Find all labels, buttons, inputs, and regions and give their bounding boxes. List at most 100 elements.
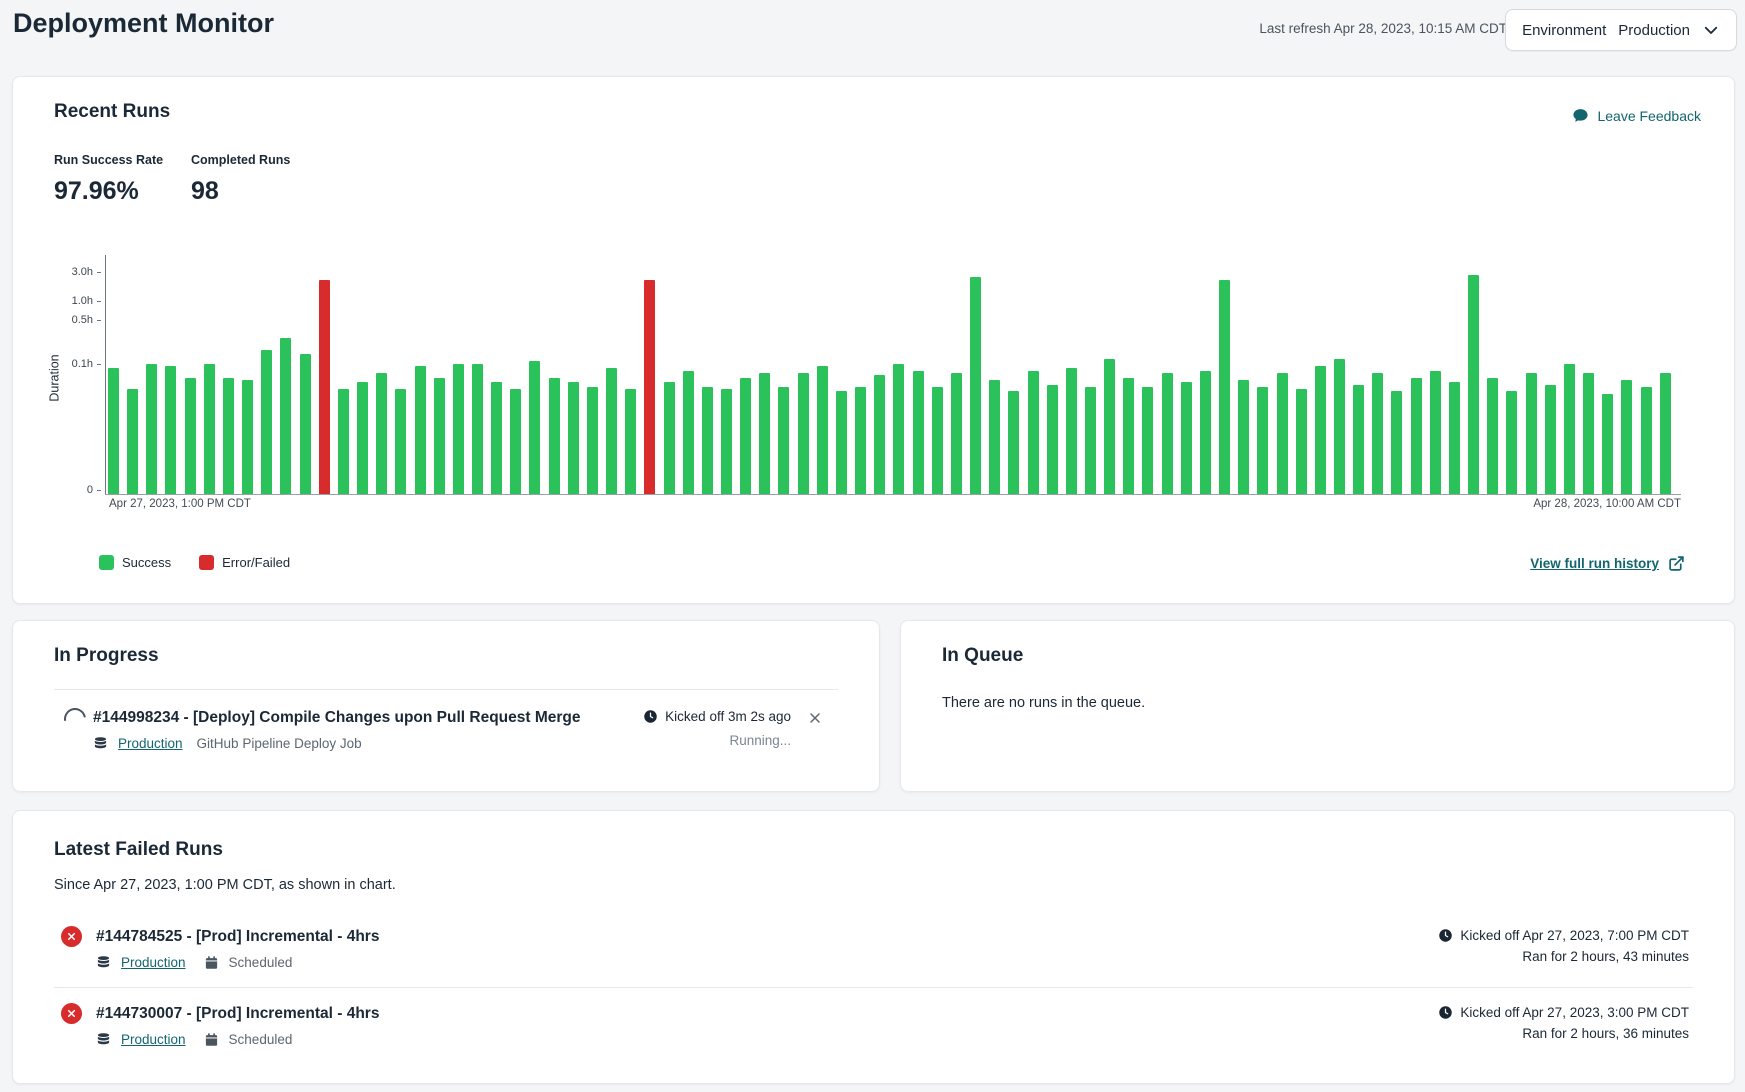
- environment-dropdown-label: Environment: [1522, 22, 1606, 39]
- run-bar-success[interactable]: [146, 364, 157, 494]
- run-bar-success[interactable]: [1641, 387, 1652, 494]
- run-bar-success[interactable]: [204, 364, 215, 494]
- run-bar-success[interactable]: [1411, 378, 1422, 495]
- run-bar-success[interactable]: [874, 375, 885, 494]
- run-bar-success[interactable]: [127, 389, 138, 494]
- run-bar-success[interactable]: [1181, 382, 1192, 494]
- environment-dropdown[interactable]: Environment Production: [1505, 9, 1737, 51]
- run-bar-success[interactable]: [1621, 380, 1632, 494]
- chevron-down-icon: [1702, 21, 1720, 39]
- run-bar-success[interactable]: [664, 382, 675, 494]
- run-bar-success[interactable]: [1391, 391, 1402, 494]
- run-bar-success[interactable]: [1047, 385, 1058, 495]
- run-bar-success[interactable]: [721, 389, 732, 494]
- run-bar-success[interactable]: [740, 378, 751, 495]
- failed-status-icon: [61, 1003, 82, 1024]
- run-bar-success[interactable]: [989, 380, 1000, 494]
- in-progress-environment-link[interactable]: Production: [118, 736, 183, 751]
- clock-icon: [1438, 928, 1453, 943]
- run-bar-success[interactable]: [415, 366, 426, 494]
- leave-feedback-link[interactable]: Leave Feedback: [1572, 107, 1701, 124]
- run-bar-success[interactable]: [338, 389, 349, 494]
- run-bar-success[interactable]: [932, 387, 943, 494]
- calendar-icon: [204, 955, 219, 970]
- spinner-icon: [60, 704, 91, 735]
- run-bar-success[interactable]: [970, 277, 981, 494]
- run-bar-success[interactable]: [1277, 373, 1288, 494]
- run-bar-success[interactable]: [1372, 373, 1383, 494]
- run-bar-success[interactable]: [625, 389, 636, 494]
- run-bar-success[interactable]: [1564, 364, 1575, 494]
- run-bar-success[interactable]: [108, 368, 119, 494]
- run-bar-success[interactable]: [453, 364, 464, 494]
- run-bar-success[interactable]: [165, 366, 176, 494]
- run-bar-success[interactable]: [261, 350, 272, 494]
- run-bar-success[interactable]: [223, 378, 234, 495]
- run-bar-success[interactable]: [913, 371, 924, 494]
- run-bar-success[interactable]: [1104, 359, 1115, 494]
- run-bar-success[interactable]: [1353, 385, 1364, 495]
- run-bar-success[interactable]: [568, 382, 579, 494]
- close-icon[interactable]: [807, 710, 823, 726]
- run-bar-success[interactable]: [798, 373, 809, 494]
- failed-run-duration: Ran for 2 hours, 43 minutes: [1522, 949, 1689, 964]
- run-bar-success[interactable]: [1583, 373, 1594, 494]
- run-bar-success[interactable]: [549, 378, 560, 495]
- run-bar-success[interactable]: [491, 382, 502, 494]
- view-full-run-history-link[interactable]: View full run history: [1530, 555, 1685, 572]
- run-bar-success[interactable]: [1200, 371, 1211, 494]
- run-bar-success[interactable]: [1430, 371, 1441, 494]
- run-bar-success[interactable]: [357, 382, 368, 494]
- latest-failed-runs-card: Latest Failed Runs Since Apr 27, 2023, 1…: [12, 810, 1735, 1084]
- run-bar-success[interactable]: [606, 368, 617, 494]
- run-bar-success[interactable]: [472, 364, 483, 494]
- run-bar-success[interactable]: [1008, 391, 1019, 494]
- run-bar-success[interactable]: [817, 366, 828, 494]
- run-bar-success[interactable]: [1219, 280, 1230, 494]
- run-bar-success[interactable]: [529, 361, 540, 494]
- run-bar-success[interactable]: [280, 338, 291, 494]
- run-bar-success[interactable]: [1545, 385, 1556, 495]
- legend-item-success[interactable]: Success: [99, 555, 171, 570]
- run-bar-success[interactable]: [951, 373, 962, 494]
- run-bar-success[interactable]: [1257, 387, 1268, 494]
- run-bar-success[interactable]: [683, 371, 694, 494]
- run-bar-success[interactable]: [1449, 382, 1460, 494]
- run-bar-success[interactable]: [1526, 373, 1537, 494]
- run-bar-success[interactable]: [242, 380, 253, 494]
- run-bar-success[interactable]: [510, 389, 521, 494]
- run-bar-success[interactable]: [702, 387, 713, 494]
- run-bar-success[interactable]: [1238, 380, 1249, 494]
- run-bar-success[interactable]: [1487, 378, 1498, 495]
- run-bar-success[interactable]: [1296, 389, 1307, 494]
- run-bar-failed[interactable]: [319, 280, 330, 494]
- run-bar-success[interactable]: [1334, 359, 1345, 494]
- run-bar-success[interactable]: [1602, 394, 1613, 494]
- run-bar-success[interactable]: [376, 373, 387, 494]
- run-bar-success[interactable]: [395, 389, 406, 494]
- run-bar-success[interactable]: [1066, 368, 1077, 494]
- run-bar-success[interactable]: [587, 387, 598, 494]
- run-bar-success[interactable]: [1468, 275, 1479, 494]
- run-bar-success[interactable]: [1142, 387, 1153, 494]
- run-bar-success[interactable]: [434, 378, 445, 495]
- run-bar-success[interactable]: [1162, 373, 1173, 494]
- run-bar-success[interactable]: [855, 387, 866, 494]
- run-bar-success[interactable]: [300, 354, 311, 494]
- run-bar-success[interactable]: [778, 387, 789, 494]
- run-bar-success[interactable]: [1506, 391, 1517, 494]
- legend-item-error-failed[interactable]: Error/Failed: [199, 555, 290, 570]
- run-bar-success[interactable]: [1028, 371, 1039, 494]
- failed-run-environment-link[interactable]: Production: [121, 1032, 186, 1047]
- run-bar-success[interactable]: [1660, 373, 1671, 494]
- run-bar-success[interactable]: [893, 364, 904, 494]
- run-bar-failed[interactable]: [644, 280, 655, 494]
- failed-run-duration: Ran for 2 hours, 36 minutes: [1522, 1026, 1689, 1041]
- failed-run-environment-link[interactable]: Production: [121, 955, 186, 970]
- run-bar-success[interactable]: [1315, 366, 1326, 494]
- run-bar-success[interactable]: [1085, 387, 1096, 494]
- run-bar-success[interactable]: [759, 373, 770, 494]
- run-bar-success[interactable]: [185, 378, 196, 495]
- run-bar-success[interactable]: [836, 391, 847, 494]
- run-bar-success[interactable]: [1123, 378, 1134, 495]
